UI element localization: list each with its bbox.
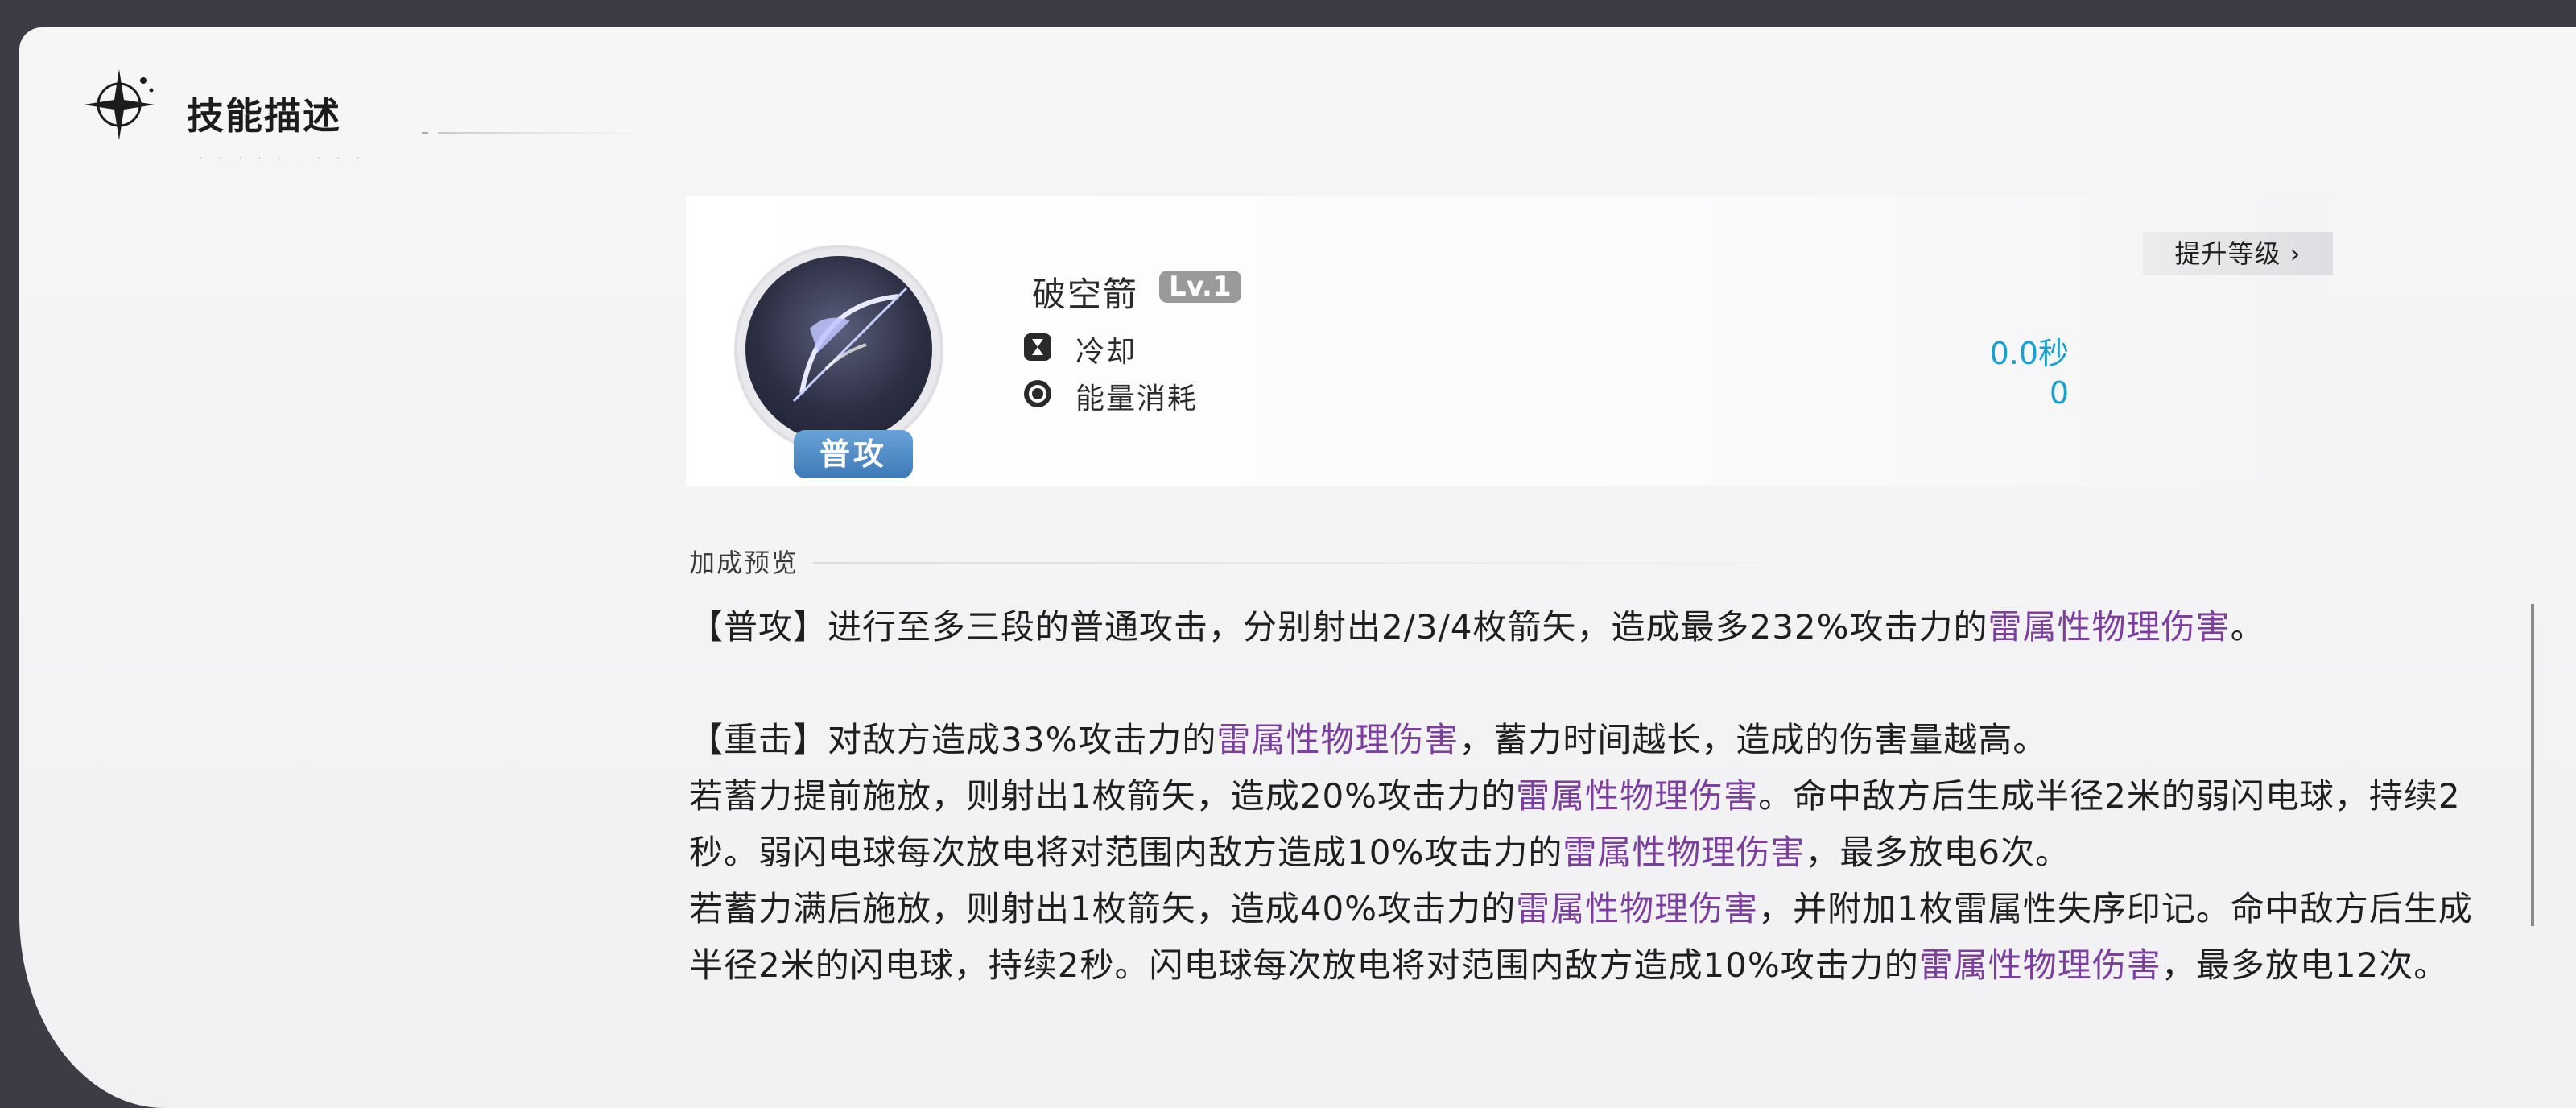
skill-description: 【普攻】进行至多三段的普通攻击，分别射出2/3/4枚箭矢，造成最多232%攻击力… [689, 599, 2476, 994]
bow-icon [745, 256, 932, 443]
stat-label: 能量消耗 [1075, 382, 1199, 416]
description-paragraph: 【重击】对敌方造成33%攻击力的雷属性物理伤害，蓄力时间越长，造成的伤害量越高。 [689, 720, 2048, 759]
description-paragraph: 若蓄力提前施放，则射出1枚箭矢，造成20%攻击力的雷属性物理伤害。命中敌方后生成… [689, 776, 2461, 872]
stat-row-energy: 能量消耗 0 [1022, 374, 2069, 416]
stat-value: 0.0秒 [1989, 336, 2069, 371]
scrollbar[interactable] [2531, 604, 2534, 926]
panel-header: 技能描述 · · · · · · · · · [80, 63, 647, 163]
divider [438, 132, 647, 134]
stat-label: 冷却 [1075, 336, 1137, 369]
level-badge: Lv.1 [1159, 271, 1241, 303]
description-paragraph: 【普攻】进行至多三段的普通攻击，分别射出2/3/4枚箭矢，造成最多232%攻击力… [689, 607, 2265, 647]
description-paragraph: 若蓄力满后施放，则射出1枚箭矢，造成40%攻击力的雷属性物理伤害，并附加1枚雷属… [689, 889, 2473, 985]
panel-title: 技能描述 [187, 94, 341, 138]
skill-card: 普攻 破空箭 Lv.1 冷却 0.0秒 能量消耗 0 提升等级 › [686, 196, 2333, 486]
skill-name: 破空箭 [1032, 275, 1139, 314]
compass-star-icon [84, 69, 155, 140]
skill-panel: 技能描述 · · · · · · · · · 普攻 破空箭 Lv.1 冷却 0.… [19, 27, 2576, 1108]
section-title: 加成预览 [689, 548, 799, 578]
energy-icon [1024, 380, 1051, 407]
stat-value: 0 [2049, 375, 2069, 411]
skill-icon [734, 245, 943, 454]
hourglass-icon [1024, 333, 1051, 361]
skill-type-badge: 普攻 [794, 430, 913, 478]
divider [422, 132, 428, 134]
divider [813, 562, 1860, 564]
upgrade-button[interactable]: 提升等级 › [2143, 232, 2333, 275]
title-decoration: · · · · · · · · · [200, 155, 367, 163]
stat-row-cooldown: 冷却 0.0秒 [1022, 327, 2069, 371]
